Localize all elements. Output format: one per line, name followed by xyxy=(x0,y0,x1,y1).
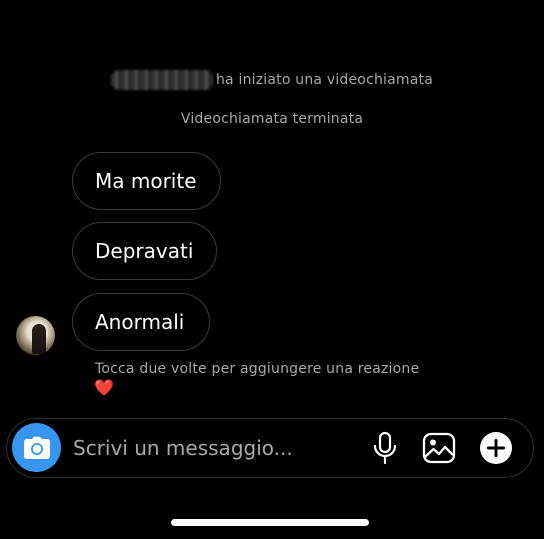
add-button[interactable] xyxy=(477,429,515,467)
message-bubble[interactable]: Depravati xyxy=(72,222,217,280)
call-ended-notice: Videochiamata terminata xyxy=(180,111,364,127)
plus-circle-icon xyxy=(480,432,512,464)
microphone-icon xyxy=(373,431,397,465)
message-text: Anormali xyxy=(95,310,185,334)
home-indicator[interactable] xyxy=(171,519,369,526)
message-composer xyxy=(6,418,534,478)
microphone-button[interactable] xyxy=(366,429,404,467)
sender-avatar[interactable] xyxy=(16,316,55,355)
redacted-username xyxy=(110,70,213,90)
message-bubble[interactable]: Anormali xyxy=(72,293,210,351)
message-text: Ma morite xyxy=(95,169,197,193)
image-icon xyxy=(422,432,456,464)
camera-icon xyxy=(23,436,50,459)
camera-button[interactable] xyxy=(12,423,61,472)
message-bubble[interactable]: Ma morite xyxy=(72,152,221,210)
call-started-text: ha iniziato una videochiamata xyxy=(215,72,434,88)
heart-reaction[interactable]: ❤️ xyxy=(94,378,114,398)
message-input[interactable] xyxy=(73,432,363,464)
avatar-photo-figure xyxy=(32,324,46,354)
chat-screen: ha iniziato una videochiamata Videochiam… xyxy=(0,0,544,539)
message-text: Depravati xyxy=(95,239,194,263)
reaction-hint: Tocca due volte per aggiungere una reazi… xyxy=(95,361,420,377)
call-started-notice: ha iniziato una videochiamata xyxy=(0,70,544,90)
gallery-button[interactable] xyxy=(420,429,458,467)
